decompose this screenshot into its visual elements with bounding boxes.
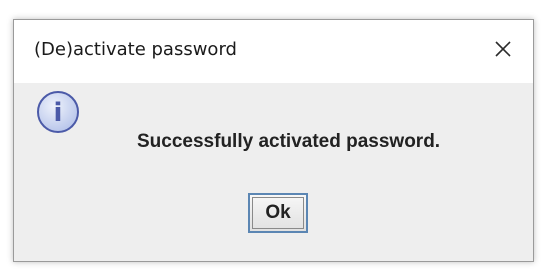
info-icon: i xyxy=(37,91,79,133)
close-button[interactable] xyxy=(475,20,533,83)
ok-button-label: Ok xyxy=(265,202,291,223)
dialog-content: i Successfully activated password. Ok xyxy=(14,83,533,261)
dialog-title: (De)activate password xyxy=(34,39,237,60)
ok-button[interactable]: Ok xyxy=(248,193,308,233)
message-text: Successfully activated password. xyxy=(137,131,441,152)
title-bar: (De)activate password xyxy=(14,20,533,83)
info-glyph: i xyxy=(54,98,63,128)
close-icon xyxy=(495,41,511,57)
dialog: (De)activate password i Successfully act… xyxy=(13,19,534,262)
